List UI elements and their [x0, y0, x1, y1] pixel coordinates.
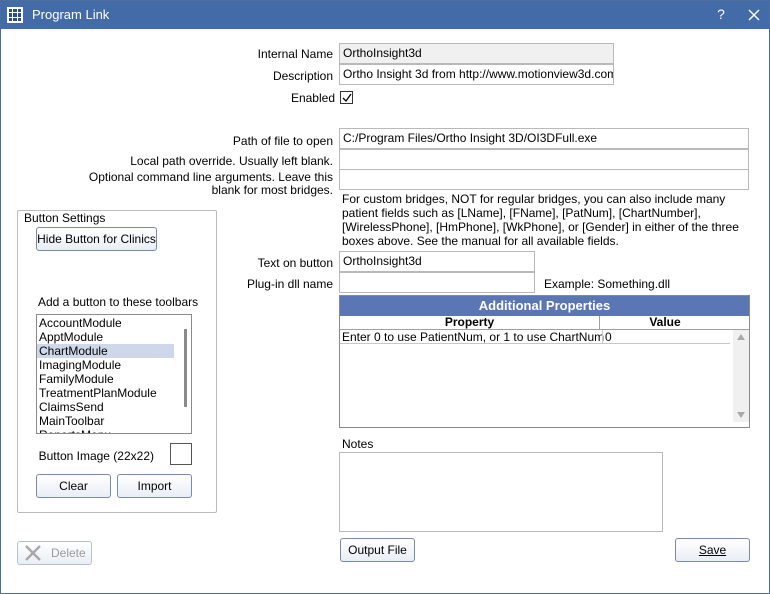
toolbar-list-item[interactable]: ClaimsSend: [37, 400, 191, 414]
toolbars-listbox[interactable]: AccountModule ApptModule ChartModule Imagin…: [36, 314, 192, 434]
grid-scrollbar[interactable]: [733, 330, 749, 422]
value-cell[interactable]: 0: [602, 330, 728, 344]
delete-label: Delete: [51, 546, 86, 560]
grid-header: Property Value: [340, 316, 749, 330]
description-label: Description: [272, 69, 333, 83]
scroll-up-icon[interactable]: [737, 334, 745, 340]
help-button[interactable]: ?: [713, 6, 729, 22]
plugin-example: Example: Something.dll: [544, 277, 671, 291]
text-on-button-field[interactable]: OrthoInsight3d: [339, 251, 535, 272]
delete-button[interactable]: Delete: [17, 541, 92, 565]
cmdline-field[interactable]: [339, 169, 749, 190]
enabled-checkbox[interactable]: [340, 91, 353, 104]
description-field[interactable]: Ortho Insight 3d from http://www.motionv…: [339, 64, 614, 85]
cmdline-label-line2: blank for most bridges.: [211, 183, 333, 197]
toolbar-list-item[interactable]: ChartModule: [37, 344, 174, 358]
hide-button-for-clinics-button[interactable]: Hide Button for Clinics: [36, 227, 157, 251]
path-field[interactable]: C:/Program Files/Ortho Insight 3D/OI3DFu…: [339, 128, 749, 149]
app-grid-icon: [7, 7, 23, 23]
internal-name-field[interactable]: OrthoInsight3d: [339, 43, 614, 64]
delete-x-icon: [25, 545, 41, 561]
program-link-dialog: Program Link ? Internal Name OrthoInsigh…: [0, 0, 770, 594]
notes-label: Notes: [342, 437, 374, 451]
title-bar: Program Link ?: [1, 1, 769, 29]
checkmark-icon: [342, 93, 352, 103]
listbox-scrollbar[interactable]: [184, 329, 187, 407]
plugin-field[interactable]: [339, 272, 535, 293]
save-button[interactable]: Save: [675, 538, 750, 562]
column-header-property[interactable]: Property: [340, 316, 600, 329]
toolbar-list-item[interactable]: AccountModule: [37, 316, 191, 330]
text-on-button-label: Text on button: [257, 256, 333, 270]
cmdline-label: Optional command line arguments. Leave t…: [89, 171, 333, 197]
toolbar-list-item[interactable]: ImagingModule: [37, 358, 191, 372]
internal-name-label: Internal Name: [257, 47, 333, 61]
button-settings-title: Button Settings: [22, 211, 108, 225]
toolbar-list-item[interactable]: TreatmentPlanModule: [37, 386, 191, 400]
clear-button[interactable]: Clear: [36, 474, 111, 498]
property-cell[interactable]: Enter 0 to use PatientNum, or 1 to use C…: [342, 330, 604, 344]
path-label: Path of file to open: [232, 134, 333, 148]
table-row[interactable]: Enter 0 to use PatientNum, or 1 to use C…: [340, 330, 730, 344]
window-title: Program Link: [32, 7, 110, 22]
plugin-label: Plug-in dll name: [246, 277, 333, 291]
save-label: Save: [698, 543, 727, 557]
output-file-button[interactable]: Output File: [340, 538, 415, 562]
grid-title: Additional Properties: [340, 296, 749, 316]
toolbar-list-item[interactable]: ReportsMenu: [37, 428, 191, 433]
button-image-preview: [170, 443, 192, 465]
enabled-label: Enabled: [290, 91, 335, 105]
import-button[interactable]: Import: [117, 474, 192, 498]
local-override-field[interactable]: [339, 149, 749, 170]
column-header-value[interactable]: Value: [600, 316, 730, 329]
button-image-label: Button Image (22x22): [38, 449, 154, 463]
notes-field[interactable]: [339, 452, 663, 532]
additional-properties-grid: Additional Properties Property Value Ent…: [339, 295, 750, 428]
close-button[interactable]: [743, 3, 767, 27]
scroll-down-icon[interactable]: [737, 412, 745, 418]
toolbar-list-item[interactable]: MainToolbar: [37, 414, 191, 428]
toolbars-label: Add a button to these toolbars: [38, 295, 199, 309]
toolbar-list-item[interactable]: FamilyModule: [37, 372, 191, 386]
local-override-label: Local path override. Usually left blank.: [130, 154, 333, 168]
close-icon: [748, 9, 760, 21]
toolbar-list-item[interactable]: ApptModule: [37, 330, 191, 344]
custom-bridges-note: For custom bridges, NOT for regular brid…: [342, 192, 739, 248]
